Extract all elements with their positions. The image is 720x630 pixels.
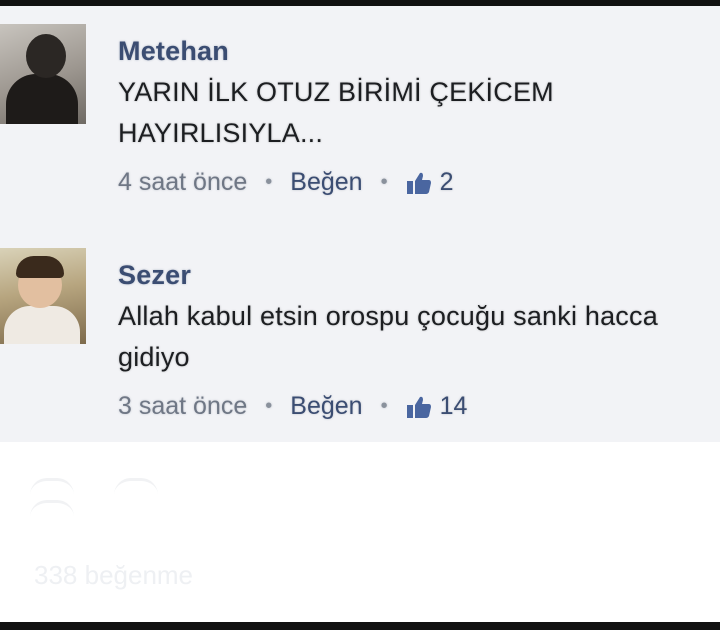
dot-separator-icon: •: [265, 395, 273, 417]
bottom-frame-bar: [0, 622, 720, 630]
faint-reaction-icons: [30, 478, 270, 503]
comment-author[interactable]: Metehan: [118, 34, 678, 68]
dot-separator-icon: •: [380, 171, 388, 193]
comment-timestamp[interactable]: 4 saat önce: [118, 168, 247, 197]
comment-text: YARIN İLK OTUZ BİRİMİ ÇEKİCEM HAYIRLISIY…: [118, 77, 554, 148]
thumbs-up-icon: [406, 396, 431, 418]
dot-separator-icon: •: [265, 171, 273, 193]
comments-section: Metehan YARIN İLK OTUZ BİRİMİ ÇEKİCEM HA…: [0, 6, 720, 442]
avatar[interactable]: [0, 24, 86, 124]
thumbs-up-icon: [406, 172, 431, 194]
like-button[interactable]: Beğen: [290, 392, 362, 421]
comment-content: Metehan YARIN İLK OTUZ BİRİMİ ÇEKİCEM HA…: [118, 34, 678, 197]
comment-text: Allah kabul etsin orospu çocuğu sanki ha…: [118, 301, 658, 372]
dot-separator-icon: •: [380, 395, 388, 417]
comment-timestamp[interactable]: 3 saat önce: [118, 392, 247, 421]
post-likes-count[interactable]: 338 beğenme: [34, 560, 193, 591]
like-count[interactable]: 2: [440, 168, 454, 197]
comment-meta: 3 saat önce • Beğen • 14: [118, 392, 720, 421]
avatar[interactable]: [0, 248, 86, 344]
comment-meta: 4 saat önce • Beğen • 2: [118, 168, 678, 197]
comment-content: Sezer Allah kabul etsin orospu çocuğu sa…: [118, 258, 720, 421]
like-button[interactable]: Beğen: [290, 168, 362, 197]
comment-author[interactable]: Sezer: [118, 258, 720, 292]
like-count[interactable]: 14: [440, 392, 468, 421]
